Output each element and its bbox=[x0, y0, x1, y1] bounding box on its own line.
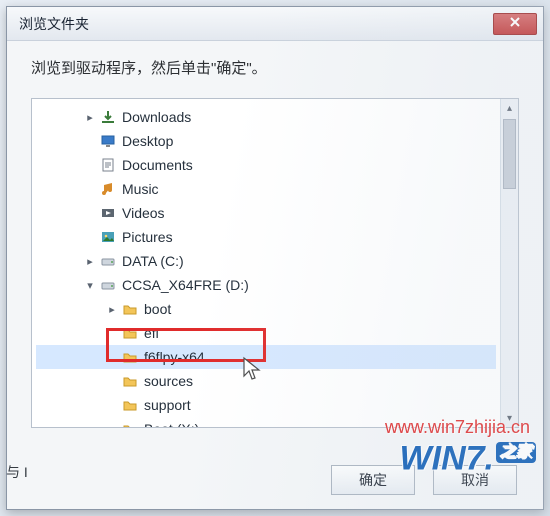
tree-item[interactable]: ▸ DATA (C:) bbox=[36, 249, 496, 273]
chevron-right-icon[interactable]: ▸ bbox=[82, 255, 98, 268]
instruction-text: 浏览到驱动程序，然后单击"确定"。 bbox=[7, 41, 543, 88]
tree-item[interactable]: Videos bbox=[36, 201, 496, 225]
tree-item[interactable]: sources bbox=[36, 369, 496, 393]
tree-item-label: Pictures bbox=[122, 229, 173, 245]
picture-icon bbox=[98, 228, 118, 246]
tree-item-label: Boot (X:) bbox=[144, 421, 199, 427]
tree-item[interactable]: Documents bbox=[36, 153, 496, 177]
tree-item[interactable]: ▾ CCSA_X64FRE (D:) bbox=[36, 273, 496, 297]
tree-item[interactable]: ▸ Downloads bbox=[36, 105, 496, 129]
window-title: 浏览文件夹 bbox=[19, 14, 89, 34]
document-icon bbox=[98, 156, 118, 174]
tree-item-label: support bbox=[144, 397, 191, 413]
scroll-thumb[interactable] bbox=[503, 119, 516, 189]
tree-item[interactable]: efi bbox=[36, 321, 496, 345]
chevron-right-icon[interactable]: ▸ bbox=[104, 423, 120, 428]
tree-item-label: Documents bbox=[122, 157, 193, 173]
tree-item-label: efi bbox=[144, 325, 159, 341]
drive-icon bbox=[98, 252, 118, 270]
tree-item[interactable]: Desktop bbox=[36, 129, 496, 153]
close-button[interactable] bbox=[493, 13, 537, 35]
folder-icon bbox=[120, 396, 140, 414]
watermark-logo: WIN7.之家 bbox=[400, 438, 536, 478]
folder-icon bbox=[120, 348, 140, 366]
video-icon bbox=[98, 204, 118, 222]
desktop-icon bbox=[98, 132, 118, 150]
chevron-down-icon[interactable]: ▾ bbox=[82, 279, 98, 292]
chevron-right-icon[interactable]: ▸ bbox=[104, 303, 120, 316]
download-icon bbox=[98, 108, 118, 126]
tree-item-label: DATA (C:) bbox=[122, 253, 184, 269]
tree-item-label: sources bbox=[144, 373, 193, 389]
tree-item-label: CCSA_X64FRE (D:) bbox=[122, 277, 249, 293]
scroll-up-arrow-icon[interactable]: ▴ bbox=[501, 99, 518, 117]
close-icon bbox=[509, 16, 521, 31]
folder-icon bbox=[120, 324, 140, 342]
music-icon bbox=[98, 180, 118, 198]
watermark-url: www.win7zhijia.cn bbox=[385, 417, 530, 438]
tree-item-label: Music bbox=[122, 181, 159, 197]
tree-item[interactable]: ▸ boot bbox=[36, 297, 496, 321]
side-label: 与 I bbox=[6, 462, 28, 482]
tree-item[interactable]: f6flpy-x64 bbox=[36, 345, 496, 369]
tree-item-label: Desktop bbox=[122, 133, 173, 149]
chevron-right-icon[interactable]: ▸ bbox=[82, 111, 98, 124]
folder-icon bbox=[120, 420, 140, 427]
tree-item-label: boot bbox=[144, 301, 171, 317]
vertical-scrollbar[interactable]: ▴ ▾ bbox=[500, 99, 518, 427]
tree-item-label: Downloads bbox=[122, 109, 191, 125]
folder-tree-container: ▸ Downloads Desktop Documents Music Videos Pic… bbox=[31, 98, 519, 428]
tree-item[interactable]: support bbox=[36, 393, 496, 417]
folder-icon bbox=[120, 300, 140, 318]
titlebar: 浏览文件夹 bbox=[7, 7, 543, 41]
drive-icon bbox=[98, 276, 118, 294]
folder-icon bbox=[120, 372, 140, 390]
tree-item-label: f6flpy-x64 bbox=[144, 349, 205, 365]
tree-item-label: Videos bbox=[122, 205, 165, 221]
folder-tree[interactable]: ▸ Downloads Desktop Documents Music Videos Pic… bbox=[32, 99, 500, 427]
tree-item[interactable]: Music bbox=[36, 177, 496, 201]
tree-item[interactable]: Pictures bbox=[36, 225, 496, 249]
